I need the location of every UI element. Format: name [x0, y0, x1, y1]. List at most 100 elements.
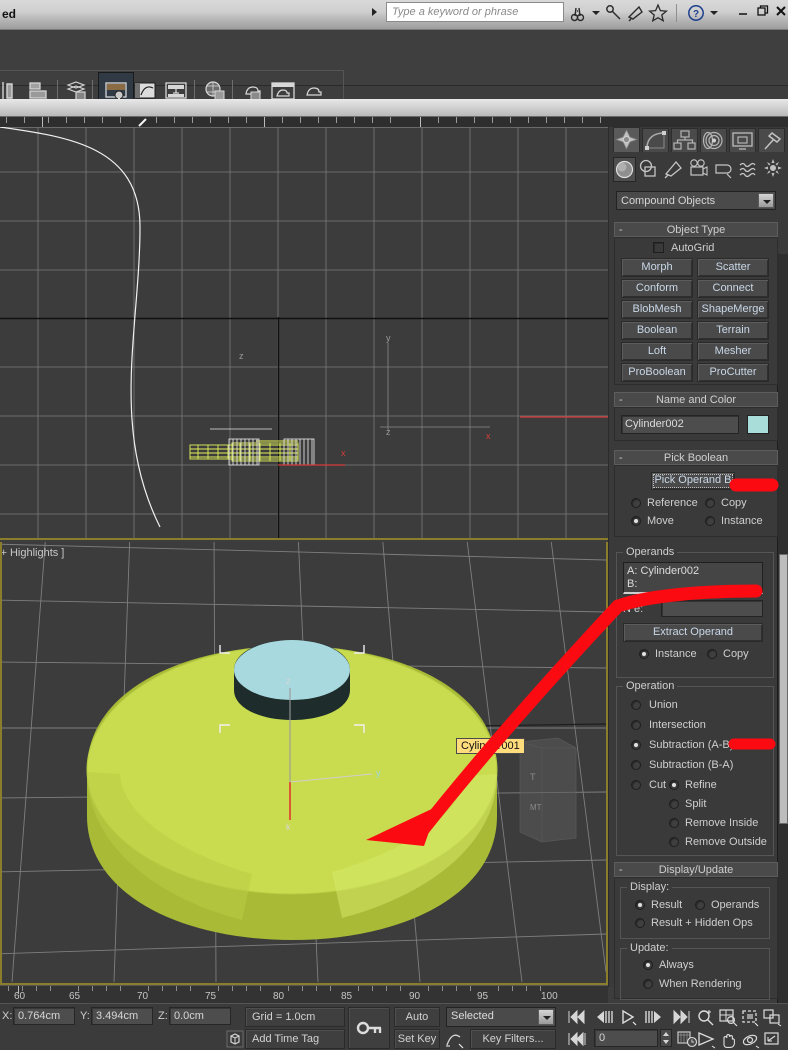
cut-radio[interactable]: [631, 780, 641, 790]
next-frame-icon[interactable]: [642, 1007, 662, 1027]
shapes-icon[interactable]: [638, 157, 661, 182]
lights-icon[interactable]: [663, 157, 686, 182]
orbit-icon[interactable]: [740, 1029, 760, 1049]
set-key-button[interactable]: Set Key: [394, 1029, 440, 1049]
loft-button[interactable]: Loft: [621, 342, 693, 361]
reference-radio[interactable]: [631, 498, 641, 508]
remove-outside-radio[interactable]: [669, 837, 679, 847]
scrollbar-thumb[interactable]: [779, 554, 788, 824]
quick-access-caret-icon[interactable]: [372, 8, 377, 16]
helpers-icon[interactable]: [713, 157, 736, 182]
collapse-icon[interactable]: -: [619, 863, 623, 877]
restore-button[interactable]: [756, 4, 770, 21]
satellite-dish-icon[interactable]: [626, 3, 646, 23]
current-frame-field[interactable]: 0: [594, 1029, 658, 1047]
union-radio[interactable]: [631, 700, 641, 710]
collapse-icon[interactable]: -: [619, 451, 623, 465]
maximize-viewport-icon[interactable]: [762, 1029, 782, 1049]
snaps-toggle-icon[interactable]: [225, 1029, 245, 1049]
display-update-header[interactable]: - Display/Update: [614, 862, 778, 877]
display-result-radio[interactable]: [635, 900, 645, 910]
object-type-header[interactable]: - Object Type: [614, 222, 778, 237]
mesher-button[interactable]: Mesher: [697, 342, 769, 361]
track-bar-ruler[interactable]: [0, 117, 788, 127]
coord-z-field[interactable]: 0.0cm: [169, 1007, 231, 1025]
key-filters-button[interactable]: Key Filters...: [470, 1029, 556, 1049]
go-to-start-icon[interactable]: [566, 1007, 586, 1027]
scatter-button[interactable]: Scatter: [697, 258, 769, 277]
subtraction-ba-radio[interactable]: [631, 760, 641, 770]
object-name-field[interactable]: Cylinder002: [621, 415, 739, 434]
name-and-color-header[interactable]: - Name and Color: [614, 392, 778, 407]
proboolean-button[interactable]: ProBoolean: [621, 363, 693, 382]
boolean-button[interactable]: Boolean: [621, 321, 693, 340]
viewport-bottom[interactable]: ooth + Highlights ]: [0, 542, 608, 985]
add-time-tag-button[interactable]: Add Time Tag: [245, 1029, 345, 1049]
split-radio[interactable]: [669, 799, 679, 809]
extract-copy-radio[interactable]: [707, 649, 717, 659]
pan-icon[interactable]: [718, 1029, 738, 1049]
coord-x-field[interactable]: 0.764cm: [13, 1007, 75, 1025]
frame-spinner[interactable]: [660, 1029, 672, 1047]
operand-a-item[interactable]: A: Cylinder002: [627, 565, 759, 578]
hierarchy-tab[interactable]: [671, 128, 698, 152]
wrench-icon[interactable]: [604, 3, 624, 23]
zoom-all-icon[interactable]: [718, 1007, 738, 1027]
terrain-button[interactable]: Terrain: [697, 321, 769, 340]
object-color-swatch[interactable]: [747, 415, 769, 434]
intersection-radio[interactable]: [631, 720, 641, 730]
conform-button[interactable]: Conform: [621, 279, 693, 298]
operands-listbox[interactable]: A: Cylinder002 B:: [623, 562, 763, 594]
viewport-label[interactable]: ooth + Highlights ]: [2, 547, 64, 559]
play-icon[interactable]: [618, 1007, 638, 1027]
search-input[interactable]: Type a keyword or phrase: [386, 2, 564, 22]
help-dropdown-caret-icon[interactable]: [710, 11, 718, 15]
create-tab[interactable]: [613, 127, 640, 152]
display-operands-radio[interactable]: [695, 900, 705, 910]
operand-b-item[interactable]: B:: [627, 578, 759, 591]
previous-frame-icon[interactable]: [594, 1007, 614, 1027]
object-category-dropdown[interactable]: Compound Objects: [616, 191, 776, 210]
zoom-region-icon[interactable]: [762, 1007, 782, 1027]
pick-operand-b-button[interactable]: Pick Operand B: [651, 472, 735, 490]
cameras-icon[interactable]: [688, 157, 711, 182]
blobmesh-button[interactable]: BlobMesh: [621, 300, 693, 319]
auto-key-button[interactable]: Auto Key: [394, 1007, 440, 1041]
search-dropdown-caret-icon[interactable]: [592, 11, 600, 15]
collapse-icon[interactable]: -: [619, 223, 623, 237]
zoom-extents-icon[interactable]: [740, 1007, 760, 1027]
shapemerge-button[interactable]: ShapeMerge: [697, 300, 769, 319]
systems-icon[interactable]: [763, 157, 786, 182]
procutter-button[interactable]: ProCutter: [697, 363, 769, 382]
time-configuration-icon[interactable]: [676, 1029, 698, 1049]
minimize-button[interactable]: [736, 4, 750, 21]
collapse-icon[interactable]: -: [619, 393, 623, 407]
extract-instance-radio[interactable]: [639, 649, 649, 659]
key-mode-button[interactable]: [348, 1007, 390, 1049]
field-of-view-icon[interactable]: [696, 1029, 716, 1049]
go-to-end-icon[interactable]: [670, 1007, 690, 1027]
pick-boolean-header[interactable]: - Pick Boolean: [614, 450, 778, 465]
update-when-rendering-radio[interactable]: [643, 979, 653, 989]
copy-radio[interactable]: [705, 498, 715, 508]
display-tab[interactable]: [729, 128, 756, 152]
key-mode-toggle-icon[interactable]: [566, 1029, 586, 1049]
refine-radio[interactable]: [669, 780, 679, 790]
space-warps-icon[interactable]: [738, 157, 761, 182]
command-panel-scrollbar[interactable]: [777, 254, 788, 1050]
connect-button[interactable]: Connect: [697, 279, 769, 298]
modify-tab[interactable]: [642, 128, 669, 152]
extract-operand-button[interactable]: Extract Operand: [623, 623, 763, 642]
help-icon[interactable]: ?: [686, 3, 706, 23]
star-icon[interactable]: [647, 3, 669, 23]
viewport-top[interactable]: x x z y z: [0, 127, 608, 540]
selection-set-dropdown[interactable]: Selected: [446, 1007, 556, 1027]
coord-y-field[interactable]: 3.494cm: [91, 1007, 153, 1025]
set-key-curve-icon[interactable]: [444, 1029, 464, 1049]
instance-radio[interactable]: [705, 516, 715, 526]
morph-button[interactable]: Morph: [621, 258, 693, 277]
operand-name-field[interactable]: [661, 600, 763, 617]
time-slider-handle[interactable]: [138, 118, 147, 127]
chevron-down-icon[interactable]: [538, 1009, 554, 1025]
subtraction-ab-radio[interactable]: [631, 740, 641, 750]
